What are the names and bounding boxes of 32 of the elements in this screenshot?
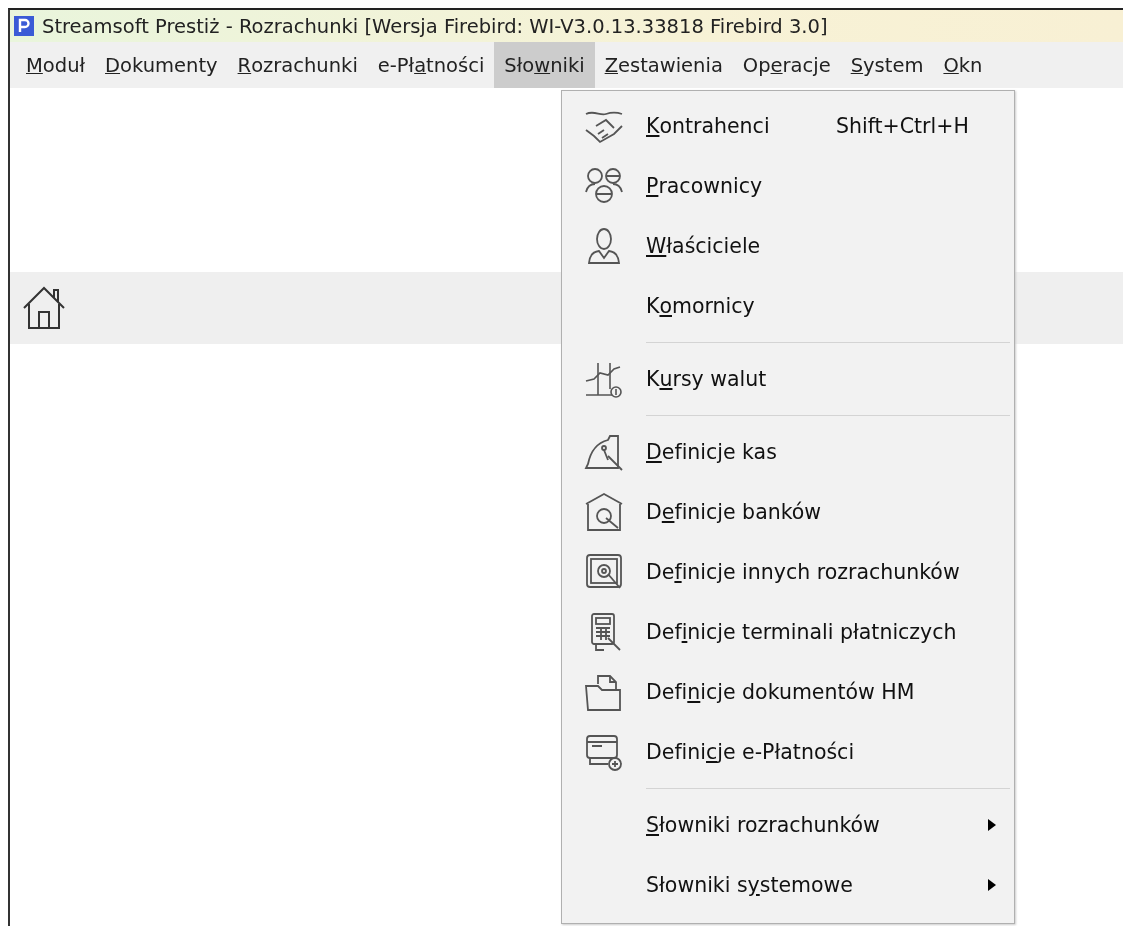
menu-item[interactable]: Słowniki (494, 42, 595, 88)
menu-item[interactable]: Zestawienia (594, 42, 733, 88)
gauge-icon (584, 432, 624, 472)
folder-icon (584, 672, 624, 712)
app-logo-icon (14, 16, 34, 36)
house-icon (584, 492, 624, 532)
card-icon (584, 732, 624, 772)
menu-item[interactable]: Kursy walut (646, 367, 767, 391)
menu-item[interactable]: Komornicy (646, 294, 755, 318)
menu-item[interactable]: Okn (933, 42, 993, 88)
menu-item[interactable]: Definicje innych rozrachunków (646, 560, 960, 584)
menu-item[interactable]: Dokumenty (95, 42, 228, 88)
window-title: Streamsoft Prestiż - Rozrachunki [Wersja Firebird: WI-V3.0.13.33818 Firebird 3.0] (42, 14, 828, 38)
shortcut-text: Shift+Ctrl+H (836, 114, 969, 138)
menu-item[interactable]: Definicje dokumentów HM (646, 680, 915, 704)
menu-item[interactable]: Pracownicy (646, 174, 763, 198)
menu-item[interactable]: Właściciele (646, 234, 761, 258)
menu-item[interactable]: Kontrahenci (646, 114, 770, 138)
menu-item[interactable]: Moduł (16, 42, 96, 88)
menu-item[interactable]: Definicje kas (646, 440, 777, 464)
menu-item[interactable]: Rozrachunki (227, 42, 368, 88)
submenu-arrow-icon (988, 819, 996, 831)
people-icon (584, 166, 624, 206)
menu-item[interactable]: Słowniki systemowe (646, 873, 853, 897)
submenu-arrow-icon (988, 879, 996, 891)
menu-item[interactable]: Definicje terminali płatniczych (646, 620, 957, 644)
menu-item[interactable]: Definicje banków (646, 500, 822, 524)
menu-item[interactable]: System (840, 42, 934, 88)
menu-item[interactable]: e-Płatności (367, 42, 495, 88)
menu-item[interactable]: Słowniki rozrachunków (646, 813, 880, 837)
menu-item[interactable]: Definicje e-Płatności (646, 740, 855, 764)
menu-item[interactable]: Operacje (732, 42, 841, 88)
